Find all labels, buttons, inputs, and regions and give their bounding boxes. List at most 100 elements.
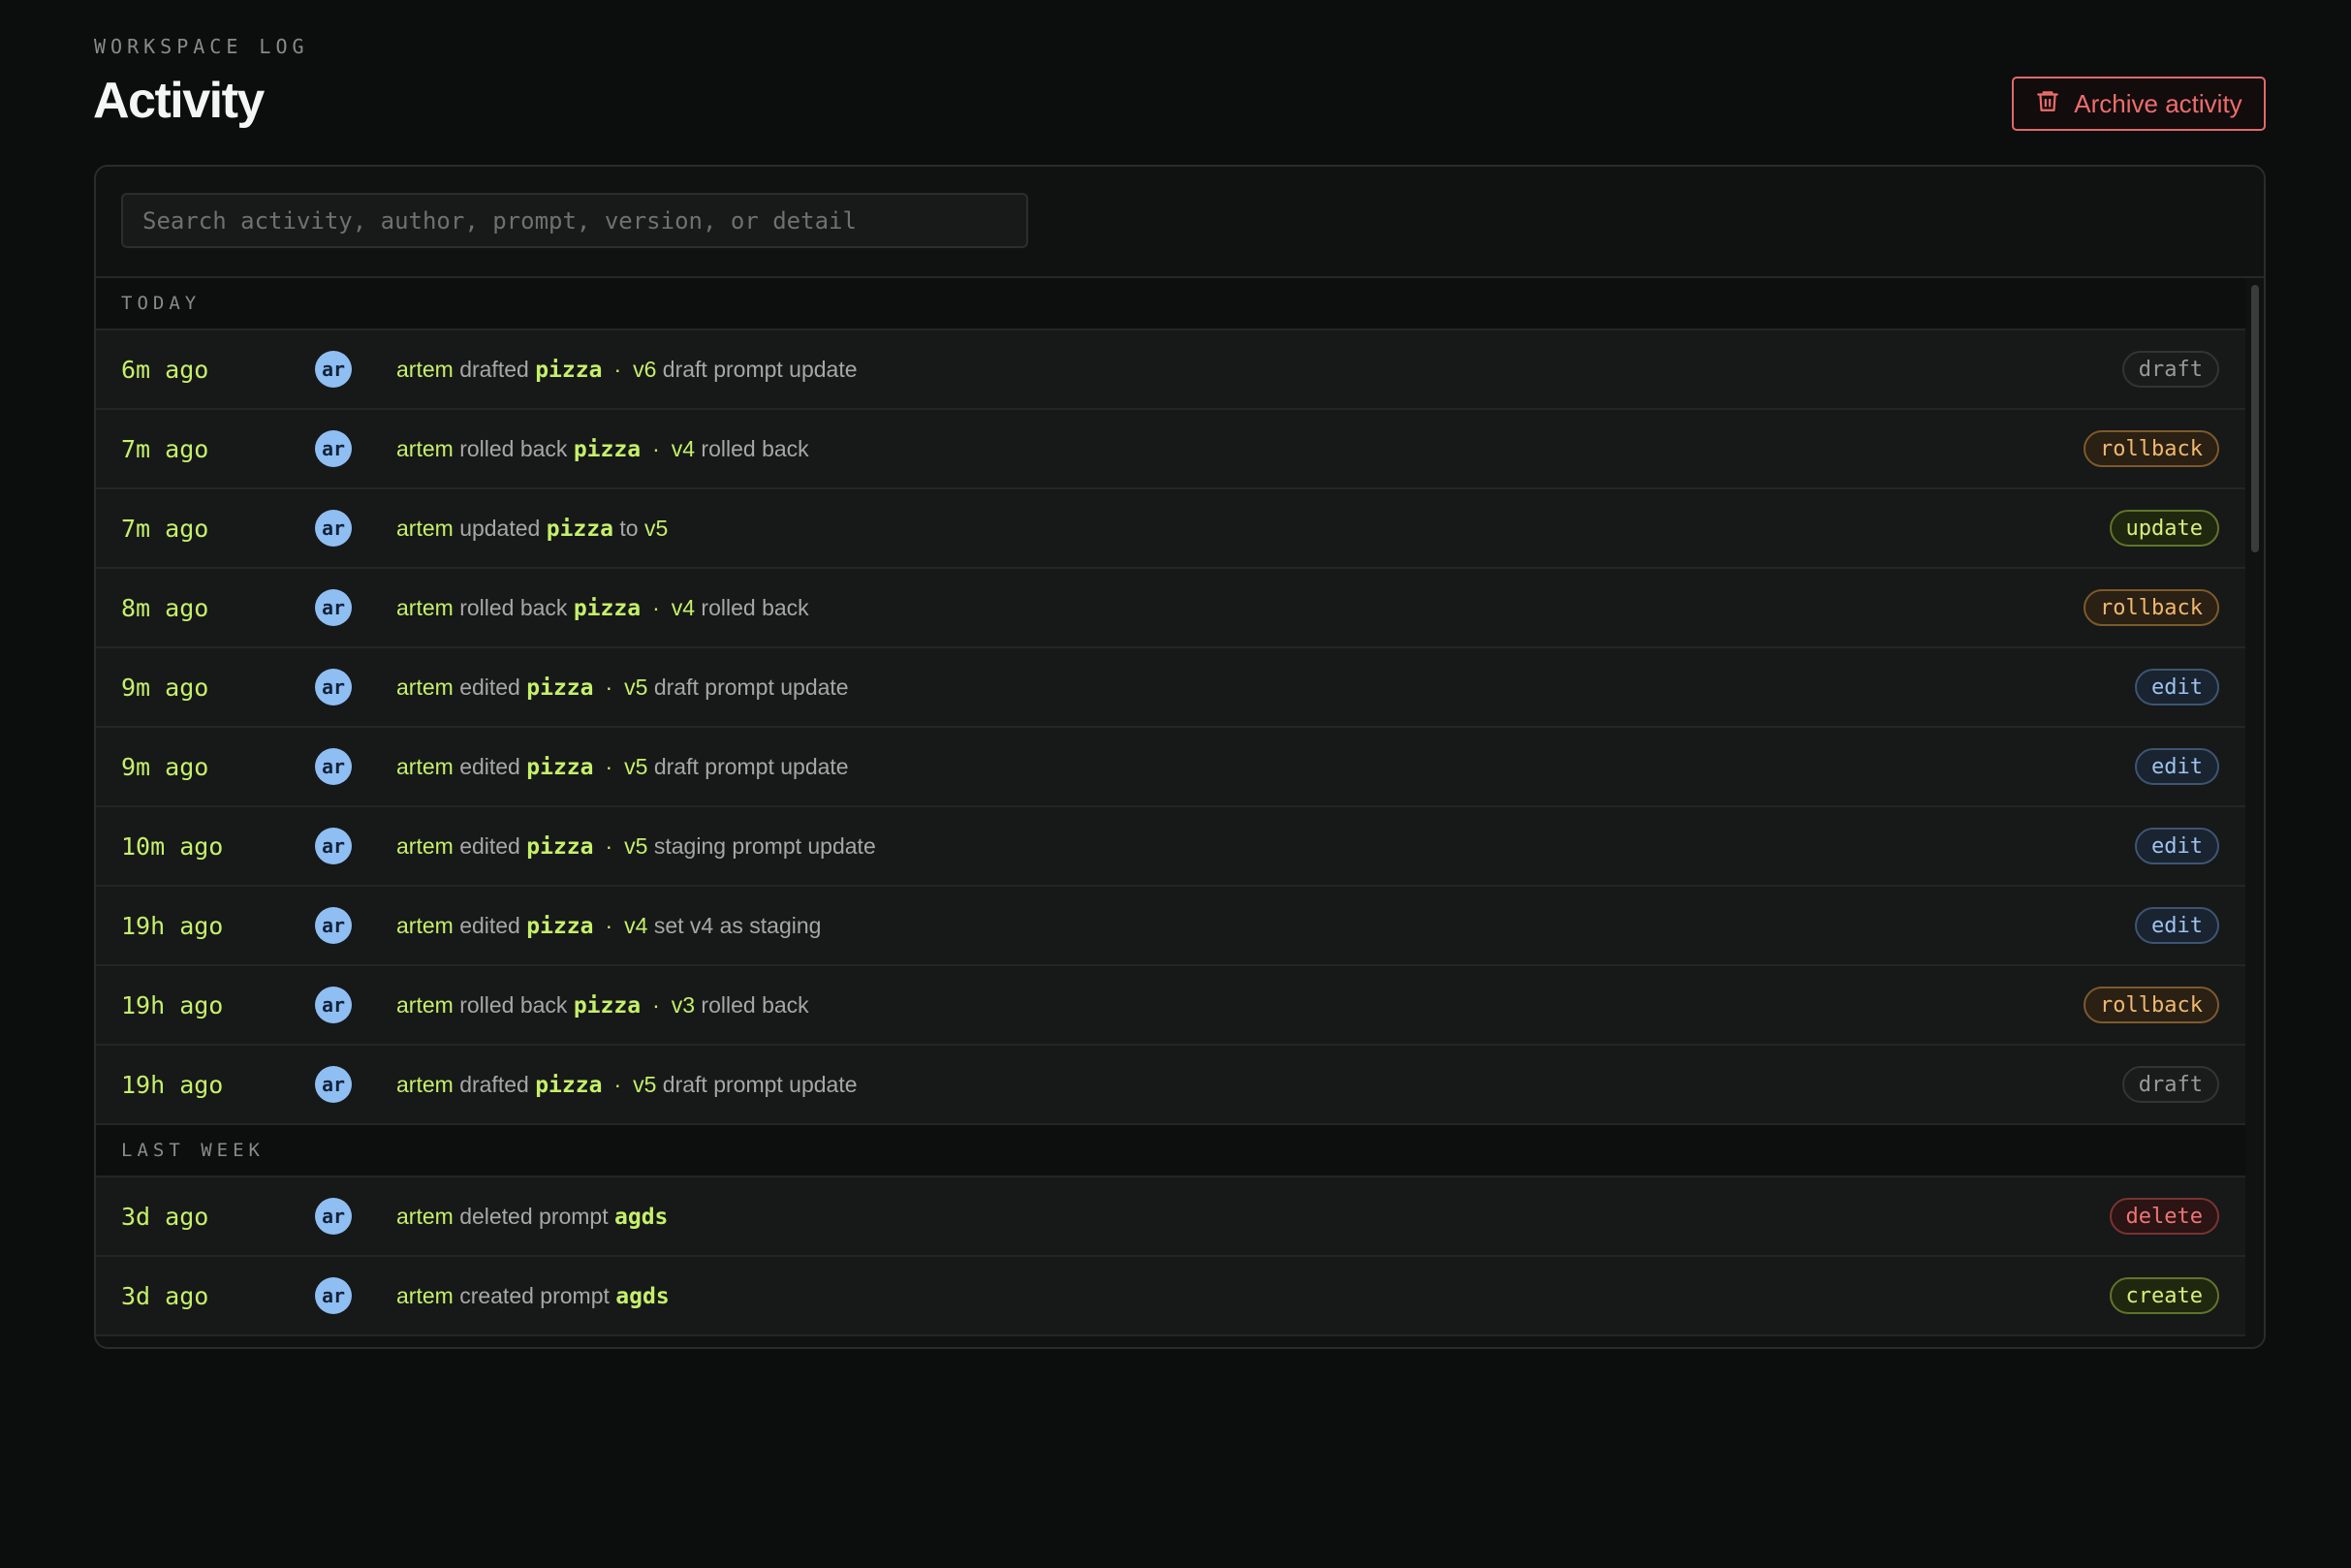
eyebrow-label: WORKSPACE LOG <box>94 35 309 58</box>
avatar: ar <box>315 589 352 626</box>
activity-verb: rolled back <box>459 594 568 620</box>
activity-prompt: pizza <box>573 436 642 462</box>
scrollbar-thumb[interactable] <box>2251 285 2259 552</box>
status-badge: edit <box>2135 828 2219 864</box>
activity-prompt: pizza <box>535 357 603 383</box>
activity-verb: edited <box>459 912 520 938</box>
avatar: ar <box>315 430 352 467</box>
activity-verb: rolled back <box>459 991 568 1018</box>
activity-description: artem created prompt agds <box>396 1283 670 1309</box>
activity-description: artem rolled back pizza · v4 rolled back <box>396 595 809 621</box>
activity-detail: rolled back <box>701 594 809 620</box>
activity-prompt: agds <box>614 1204 669 1230</box>
activity-row[interactable]: 6m ago ar artem drafted pizza · v6 draft pro… <box>96 330 2245 410</box>
activity-row[interactable]: 10m ago ar artem edited pizza · v5 staging p… <box>96 807 2245 887</box>
activity-version: v5 <box>633 1071 657 1097</box>
avatar: ar <box>315 1066 352 1103</box>
activity-prompt: pizza <box>526 833 594 860</box>
activity-author: artem <box>396 753 454 779</box>
activity-time: 19h ago <box>121 990 224 1019</box>
status-badge: rollback <box>2084 987 2219 1023</box>
activity-time: 8m ago <box>121 593 209 622</box>
activity-time: 19h ago <box>121 911 224 940</box>
archive-activity-label: Archive activity <box>2074 88 2242 118</box>
separator-dot: · <box>605 832 613 859</box>
activity-description: artem drafted pizza · v6 draft prompt upda… <box>396 357 858 383</box>
activity-version: v5 <box>643 515 669 541</box>
activity-description: artem updated pizza to v5 <box>396 516 668 542</box>
activity-time: 7m ago <box>121 434 209 463</box>
activity-description: artem edited pizza · v5 draft prompt updat… <box>396 674 849 701</box>
activity-verb: edited <box>459 674 520 700</box>
activity-time: 7m ago <box>121 514 209 543</box>
activity-time: 3d ago <box>121 1202 209 1231</box>
avatar: ar <box>315 669 352 706</box>
activity-version: v3 <box>671 991 696 1018</box>
activity-prompt: pizza <box>526 913 594 939</box>
status-badge: rollback <box>2084 430 2219 467</box>
activity-row[interactable]: 7m ago ar artem updated pizza to v5 update <box>96 489 2245 569</box>
activity-panel: TODAY 6m ago ar artem drafted pizza · v6 draf… <box>94 165 2266 1349</box>
activity-version: v5 <box>624 832 648 859</box>
activity-verb: updated <box>459 515 541 541</box>
activity-description: artem edited pizza · v5 staging prompt upd… <box>396 833 876 860</box>
status-badge: update <box>2109 510 2219 547</box>
activity-connector: to <box>619 515 639 541</box>
activity-description: artem rolled back pizza · v4 rolled back <box>396 436 809 462</box>
activity-verb: rolled back <box>459 435 568 461</box>
activity-time: 9m ago <box>121 673 209 702</box>
separator-dot: · <box>613 1071 622 1097</box>
search-input[interactable] <box>121 193 1028 248</box>
activity-row[interactable]: 9m ago ar artem edited pizza · v5 draft prom… <box>96 728 2245 807</box>
avatar: ar <box>315 510 352 547</box>
activity-author: artem <box>396 1203 454 1229</box>
activity-version: v4 <box>671 594 696 620</box>
activity-detail: rolled back <box>701 435 809 461</box>
activity-row[interactable]: 7m ago ar artem rolled back pizza · v4 rolle… <box>96 410 2245 489</box>
activity-row[interactable]: 3d ago ar artem created prompt agds create <box>96 1257 2245 1336</box>
activity-author: artem <box>396 1071 454 1097</box>
activity-row[interactable]: 8m ago ar artem rolled back pizza · v4 rolle… <box>96 569 2245 648</box>
activity-detail: staging prompt update <box>653 832 876 859</box>
avatar: ar <box>315 748 352 785</box>
scrollbar[interactable] <box>2249 281 2261 1347</box>
activity-row[interactable]: 19h ago ar artem drafted pizza · v5 draft pr… <box>96 1046 2245 1125</box>
activity-author: artem <box>396 435 454 461</box>
separator-dot: · <box>652 435 660 461</box>
activity-row[interactable]: 3d ago ar artem deleted prompt agds delete <box>96 1177 2245 1257</box>
avatar: ar <box>315 351 352 388</box>
activity-version: v4 <box>624 912 648 938</box>
activity-prompt: pizza <box>526 674 594 701</box>
archive-activity-button[interactable]: Archive activity <box>2012 77 2266 131</box>
activity-row[interactable]: 9m ago ar artem edited pizza · v5 draft prom… <box>96 648 2245 728</box>
status-badge: rollback <box>2084 589 2219 626</box>
avatar: ar <box>315 828 352 864</box>
status-badge: delete <box>2109 1198 2219 1235</box>
activity-author: artem <box>396 912 454 938</box>
avatar: ar <box>315 1277 352 1314</box>
activity-verb: drafted <box>459 356 529 382</box>
activity-prompt: agds <box>615 1283 670 1309</box>
separator-dot: · <box>652 594 660 620</box>
activity-row[interactable]: 19h ago ar artem rolled back pizza · v3 roll… <box>96 966 2245 1046</box>
activity-detail: rolled back <box>701 991 809 1018</box>
activity-version: v6 <box>633 356 657 382</box>
activity-list: TODAY 6m ago ar artem drafted pizza · v6 draf… <box>96 278 2245 1336</box>
activity-time: 19h ago <box>121 1070 224 1099</box>
status-badge: create <box>2109 1277 2219 1314</box>
activity-verb: edited <box>459 832 520 859</box>
group-header: LAST WEEK <box>96 1125 2245 1177</box>
activity-row[interactable]: 19h ago ar artem edited pizza · v4 set v4 as… <box>96 887 2245 966</box>
separator-dot: · <box>605 753 613 779</box>
separator-dot: · <box>613 356 622 382</box>
activity-author: artem <box>396 991 454 1018</box>
avatar: ar <box>315 987 352 1023</box>
trash-icon <box>2035 88 2060 120</box>
activity-description: artem edited pizza · v4 set v4 as staging <box>396 913 821 939</box>
activity-detail: draft prompt update <box>653 674 849 700</box>
activity-time: 9m ago <box>121 752 209 781</box>
activity-description: artem edited pizza · v5 draft prompt updat… <box>396 754 849 780</box>
activity-verb: deleted prompt <box>459 1203 609 1229</box>
status-badge: draft <box>2121 351 2219 388</box>
activity-description: artem drafted pizza · v5 draft prompt upda… <box>396 1072 858 1098</box>
